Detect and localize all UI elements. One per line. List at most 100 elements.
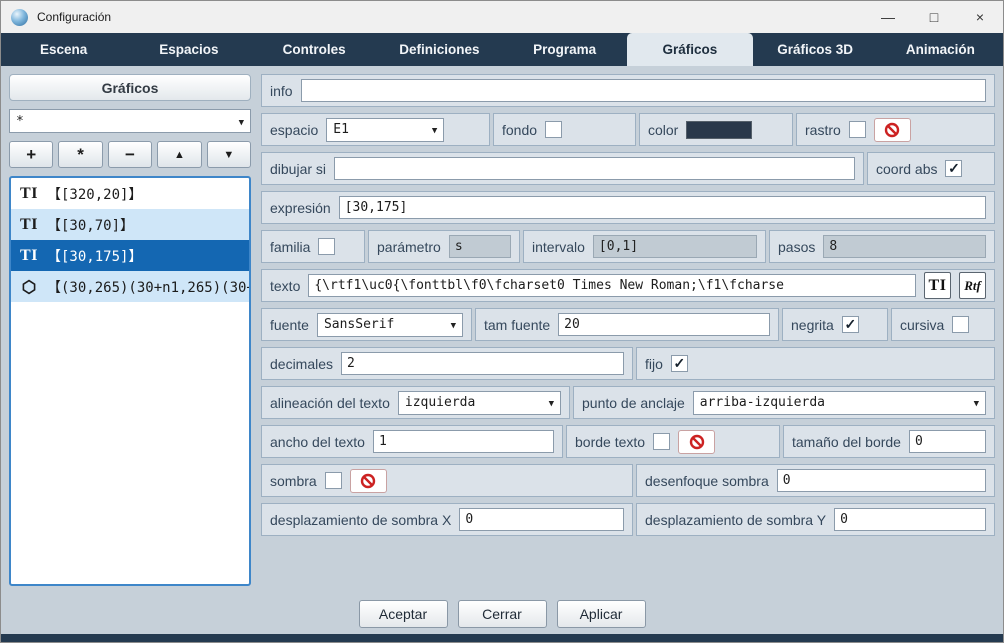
borde-texto-checkbox[interactable] bbox=[653, 433, 670, 450]
tab-espacios[interactable]: Espacios bbox=[126, 33, 251, 66]
parametro-input[interactable] bbox=[449, 235, 511, 258]
move-up-button[interactable]: ▲ bbox=[157, 141, 201, 168]
rastro-group: rastro bbox=[796, 113, 995, 146]
tab-programa[interactable]: Programa bbox=[502, 33, 627, 66]
aplicar-button[interactable]: Aplicar bbox=[557, 600, 646, 628]
filter-value: * bbox=[16, 114, 24, 129]
tab-graficos-3d[interactable]: Gráficos 3D bbox=[753, 33, 878, 66]
sombra-label: sombra bbox=[270, 473, 317, 489]
list-item[interactable]: 【[320,20]】 bbox=[11, 178, 249, 209]
expresion-label: expresión bbox=[270, 200, 331, 216]
maximize-button[interactable]: □ bbox=[911, 1, 957, 33]
forbid-icon bbox=[884, 122, 900, 138]
despl-sombra-y-label: desplazamiento de sombra Y bbox=[645, 512, 826, 528]
tab-escena[interactable]: Escena bbox=[1, 33, 126, 66]
decimales-input[interactable] bbox=[341, 352, 624, 375]
duplicate-button[interactable]: * bbox=[58, 141, 102, 168]
list-item-selected[interactable]: 【[30,175]】 bbox=[11, 240, 249, 271]
despl-sombra-y-input[interactable] bbox=[834, 508, 986, 531]
tamano-borde-input[interactable] bbox=[909, 430, 986, 453]
texto-group: texto bbox=[261, 269, 995, 302]
alineacion-select[interactable]: izquierda bbox=[398, 391, 561, 415]
color-label: color bbox=[648, 122, 678, 138]
text-icon bbox=[18, 186, 40, 202]
anclaje-group: punto de anclaje arriba-izquierda bbox=[573, 386, 995, 419]
tam-fuente-label: tam fuente bbox=[484, 317, 550, 333]
info-input[interactable] bbox=[301, 79, 986, 102]
anclaje-value: arriba-izquierda bbox=[700, 395, 825, 410]
window-controls: — □ × bbox=[865, 1, 1003, 33]
dialog-button-bar: Aceptar Cerrar Aplicar bbox=[1, 594, 1003, 634]
desenfoque-sombra-group: desenfoque sombra bbox=[636, 464, 995, 497]
alineacion-value: izquierda bbox=[405, 395, 475, 410]
ancho-texto-label: ancho del texto bbox=[270, 434, 365, 450]
rastro-forbid-button[interactable] bbox=[874, 118, 911, 142]
minimize-button[interactable]: — bbox=[865, 1, 911, 33]
fondo-checkbox[interactable] bbox=[545, 121, 562, 138]
espacio-select[interactable]: E1 bbox=[326, 118, 444, 142]
list-item-label: 【(30,265)(30+n1,265)(30+n1 bbox=[47, 277, 249, 297]
anclaje-label: punto de anclaje bbox=[582, 395, 685, 411]
tam-fuente-input[interactable] bbox=[558, 313, 770, 336]
pasos-input[interactable] bbox=[823, 235, 986, 258]
move-down-button[interactable]: ▼ bbox=[207, 141, 251, 168]
aceptar-button[interactable]: Aceptar bbox=[359, 600, 448, 628]
sombra-group: sombra bbox=[261, 464, 633, 497]
tab-animacion[interactable]: Animación bbox=[878, 33, 1003, 66]
rtf-editor-button[interactable] bbox=[959, 272, 986, 299]
info-label: info bbox=[270, 83, 293, 99]
chevron-down-icon bbox=[549, 395, 554, 410]
ancho-texto-group: ancho del texto bbox=[261, 425, 563, 458]
forbid-icon bbox=[360, 473, 376, 489]
parametro-group: parámetro bbox=[368, 230, 520, 263]
espacio-group: espacio E1 bbox=[261, 113, 490, 146]
ancho-texto-input[interactable] bbox=[373, 430, 554, 453]
despl-sombra-x-label: desplazamiento de sombra X bbox=[270, 512, 451, 528]
coord-abs-label: coord abs bbox=[876, 161, 937, 177]
borde-forbid-button[interactable] bbox=[678, 430, 715, 454]
plain-text-button[interactable] bbox=[924, 272, 951, 299]
cursiva-checkbox[interactable] bbox=[952, 316, 969, 333]
graphics-panel-header: Gráficos bbox=[9, 74, 251, 101]
add-button[interactable]: + bbox=[9, 141, 53, 168]
texto-input[interactable] bbox=[308, 274, 916, 297]
title-bar: Configuración — □ × bbox=[1, 1, 1003, 33]
tamano-borde-label: tamaño del borde bbox=[792, 434, 901, 450]
polygon-icon bbox=[18, 279, 40, 295]
sombra-checkbox[interactable] bbox=[325, 472, 342, 489]
close-button[interactable]: × bbox=[957, 1, 1003, 33]
color-swatch[interactable] bbox=[686, 121, 752, 139]
tab-definiciones[interactable]: Definiciones bbox=[377, 33, 502, 66]
coord-abs-group: coord abs ✓ bbox=[867, 152, 995, 185]
desenfoque-sombra-input[interactable] bbox=[777, 469, 986, 492]
fuente-group: fuente SansSerif bbox=[261, 308, 472, 341]
list-item-label: 【[320,20]】 bbox=[47, 184, 142, 204]
cerrar-button[interactable]: Cerrar bbox=[458, 600, 547, 628]
expresion-input[interactable] bbox=[339, 196, 986, 219]
list-item[interactable]: 【[30,70]】 bbox=[11, 209, 249, 240]
intervalo-input[interactable] bbox=[593, 235, 757, 258]
rtf-icon bbox=[964, 279, 981, 292]
text-icon bbox=[18, 248, 40, 264]
tab-controles[interactable]: Controles bbox=[252, 33, 377, 66]
chevron-down-icon bbox=[451, 317, 456, 332]
alineacion-label: alineación del texto bbox=[270, 395, 390, 411]
anclaje-select[interactable]: arriba-izquierda bbox=[693, 391, 986, 415]
fuente-select[interactable]: SansSerif bbox=[317, 313, 463, 337]
dibujar-si-input[interactable] bbox=[334, 157, 855, 180]
coord-abs-checkbox[interactable]: ✓ bbox=[945, 160, 962, 177]
filter-select[interactable]: * bbox=[9, 109, 251, 133]
config-window: Configuración — □ × Escena Espacios Cont… bbox=[0, 0, 1004, 643]
tab-graficos[interactable]: Gráficos bbox=[627, 33, 752, 66]
despl-sombra-y-group: desplazamiento de sombra Y bbox=[636, 503, 995, 536]
negrita-checkbox[interactable]: ✓ bbox=[842, 316, 859, 333]
sombra-forbid-button[interactable] bbox=[350, 469, 387, 493]
color-group: color bbox=[639, 113, 793, 146]
despl-sombra-x-input[interactable] bbox=[459, 508, 624, 531]
fijo-checkbox[interactable]: ✓ bbox=[671, 355, 688, 372]
list-item[interactable]: 【(30,265)(30+n1,265)(30+n1 bbox=[11, 271, 249, 302]
espacio-value: E1 bbox=[333, 122, 349, 137]
rastro-checkbox[interactable] bbox=[849, 121, 866, 138]
remove-button[interactable]: − bbox=[108, 141, 152, 168]
familia-checkbox[interactable] bbox=[318, 238, 335, 255]
